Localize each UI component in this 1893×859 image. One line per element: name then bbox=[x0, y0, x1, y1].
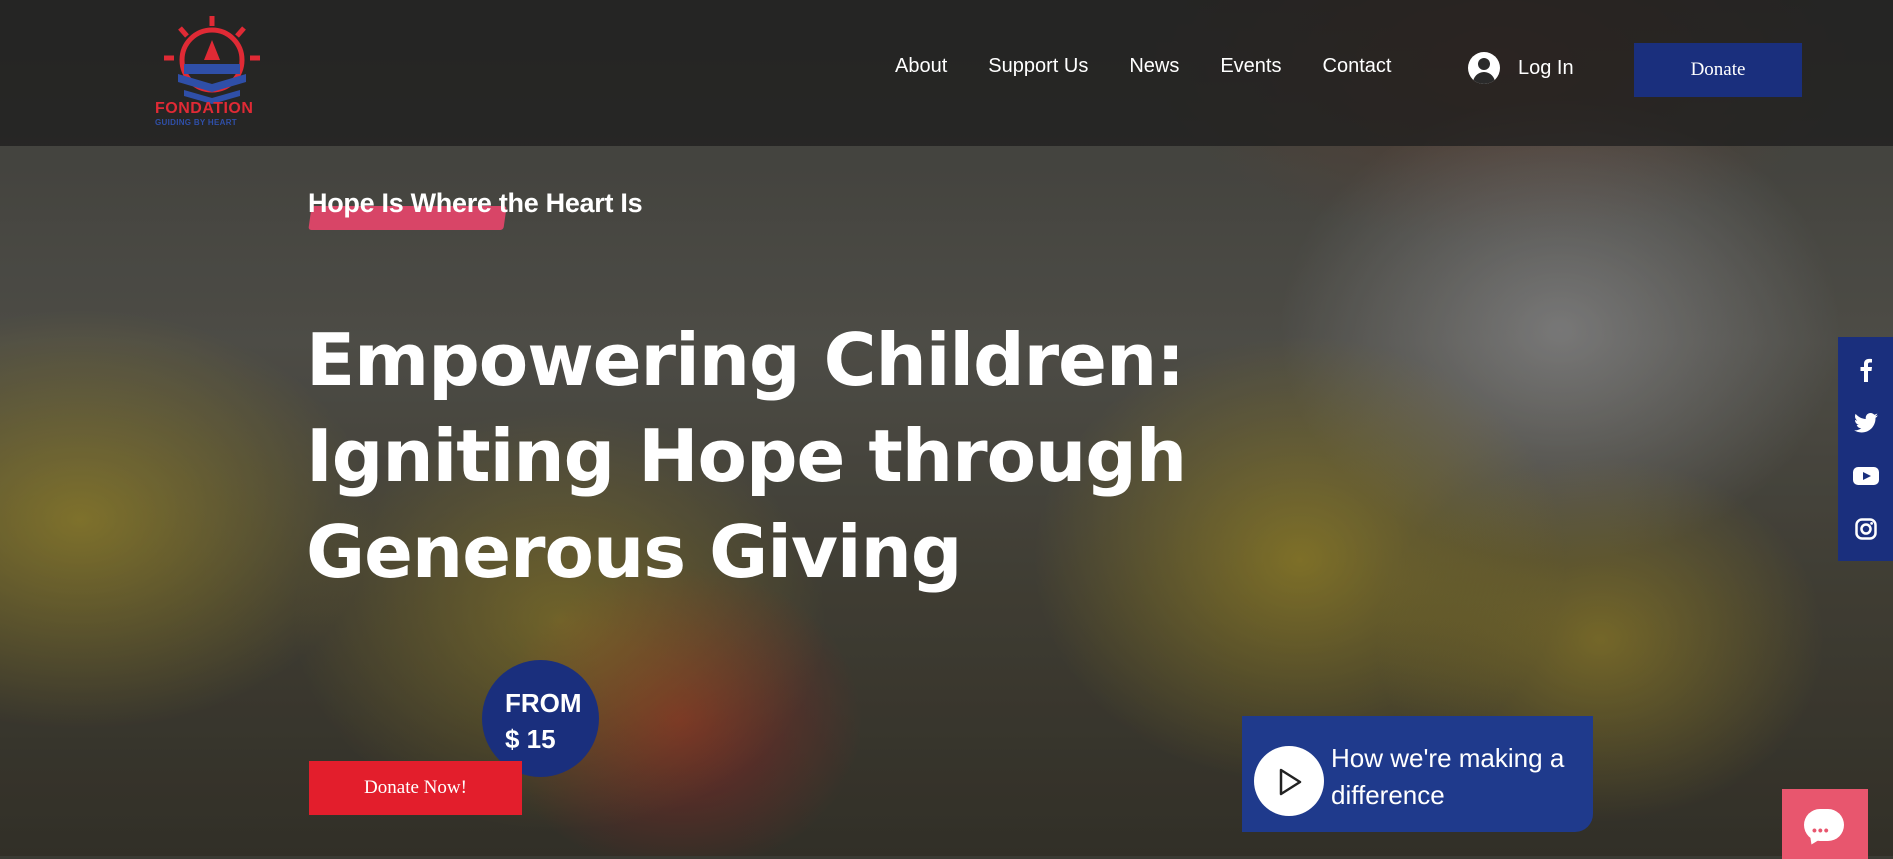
logo-subtext: GUIDING BY HEART bbox=[155, 118, 237, 127]
donate-now-button[interactable]: Donate Now! bbox=[309, 761, 522, 815]
chat-dots-icon: ••• bbox=[1812, 822, 1830, 838]
headline-line-2: Igniting Hope through bbox=[306, 414, 1187, 498]
main-nav: About Support Us News Events Contact bbox=[895, 55, 1432, 78]
hero-tagline-block: Hope Is Where the Heart Is bbox=[308, 188, 643, 230]
hero-tagline: Hope Is Where the Heart Is bbox=[308, 188, 643, 218]
nav-support-us[interactable]: Support Us bbox=[988, 55, 1088, 78]
logo-text: FONDATION bbox=[155, 100, 254, 117]
logo-emblem-icon bbox=[164, 16, 260, 104]
youtube-icon[interactable] bbox=[1852, 463, 1879, 489]
instagram-icon[interactable] bbox=[1853, 516, 1879, 542]
video-card[interactable]: How we're making a difference bbox=[1242, 716, 1593, 832]
headline-line-3: Generous Giving bbox=[306, 510, 962, 594]
social-bar bbox=[1838, 337, 1893, 561]
chat-widget-button[interactable]: ••• bbox=[1782, 789, 1868, 859]
nav-news[interactable]: News bbox=[1129, 55, 1179, 78]
badge-price: $ 15 bbox=[505, 724, 556, 754]
donate-button[interactable]: Donate bbox=[1634, 43, 1802, 97]
hero-headline: Empowering Children: Igniting Hope throu… bbox=[306, 312, 1286, 600]
site-header: FONDATION GUIDING BY HEART About Support… bbox=[0, 0, 1893, 146]
price-badge: FROM $ 15 bbox=[482, 660, 599, 777]
headline-line-1: Empowering Children: bbox=[306, 318, 1185, 402]
login-label: Log In bbox=[1518, 56, 1574, 79]
nav-contact[interactable]: Contact bbox=[1323, 55, 1392, 78]
twitter-icon[interactable] bbox=[1853, 410, 1879, 436]
video-caption: How we're making a difference bbox=[1331, 743, 1565, 810]
nav-about[interactable]: About bbox=[895, 55, 947, 78]
play-icon bbox=[1279, 768, 1302, 796]
play-button[interactable] bbox=[1254, 746, 1324, 816]
user-avatar-icon bbox=[1468, 52, 1500, 84]
login-button[interactable]: Log In bbox=[1468, 52, 1574, 84]
facebook-icon[interactable] bbox=[1853, 357, 1879, 383]
nav-events[interactable]: Events bbox=[1220, 55, 1281, 78]
badge-from: FROM bbox=[505, 688, 582, 718]
